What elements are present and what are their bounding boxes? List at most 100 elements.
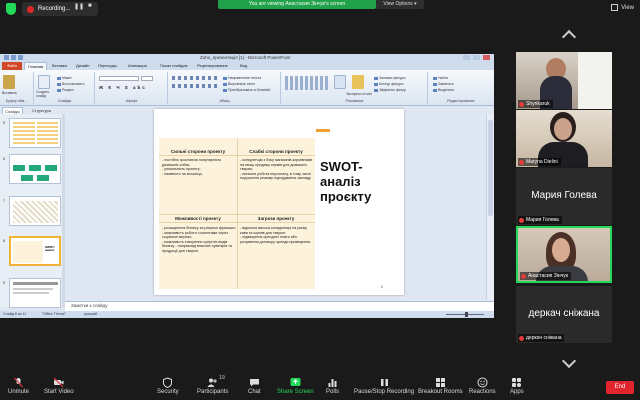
layout-button[interactable]: Макет	[57, 76, 72, 80]
select-button[interactable]: Выделить	[433, 88, 454, 92]
quick-access-toolbar	[4, 55, 23, 60]
smartart-button[interactable]: Преобразовать в SmartArt	[223, 88, 270, 92]
participant-name-large: деркач сніжана	[528, 308, 600, 319]
clipboard-group-label: Буфер обм...	[5, 99, 28, 103]
microphone-muted-icon	[13, 377, 24, 388]
stop-recording-icon[interactable]: ■	[88, 3, 92, 9]
close-icon[interactable]	[483, 55, 490, 60]
slide-thumbnail-selected[interactable]: SWOT-аналіз	[9, 236, 61, 266]
quick-styles-label: Экспресс-стили	[346, 92, 372, 96]
arrange-icon[interactable]	[334, 75, 346, 89]
tab-transitions[interactable]: Переходы	[98, 63, 117, 68]
slide-thumbnail[interactable]	[9, 154, 61, 184]
quick-styles-icon[interactable]	[352, 75, 364, 89]
shape-outline-button[interactable]: Контур фигуры	[374, 82, 403, 86]
chevron-up-icon[interactable]	[561, 29, 577, 45]
redo-icon[interactable]	[18, 55, 23, 60]
save-icon[interactable]	[4, 55, 9, 60]
participant-tile[interactable]: деркач сніжана деркач сніжана	[516, 286, 612, 343]
viewing-screen-banner: You are viewing Анастасия Зінчук's scree…	[218, 0, 376, 9]
align-text-button[interactable]: Выровнять текст	[223, 82, 255, 86]
slide-thumbnail[interactable]	[9, 278, 61, 308]
undo-icon[interactable]	[11, 55, 16, 60]
find-button[interactable]: Найти	[433, 76, 448, 80]
new-slide-icon[interactable]	[38, 75, 50, 89]
ribbon-tabs: Файл Главная Вставка Дизайн Переходы Ани…	[0, 62, 494, 70]
create-slide-label: Создать слайд	[36, 90, 50, 98]
pause-stop-recording-button[interactable]: Pause/Stop Recording	[354, 377, 414, 395]
share-screen-button[interactable]: Share Screen	[277, 377, 314, 395]
tab-slides[interactable]: Слайды	[2, 107, 23, 114]
notes-placeholder: Заметки к слайду	[71, 303, 108, 308]
unmute-button[interactable]: Unmute	[8, 377, 29, 395]
slide-thumbnail[interactable]	[9, 196, 61, 226]
tab-file[interactable]: Файл	[2, 62, 22, 70]
chevron-down-icon[interactable]	[561, 353, 577, 369]
thumb-number: 9	[3, 280, 6, 285]
chat-button[interactable]: Chat	[248, 377, 261, 395]
security-button[interactable]: Security	[157, 377, 179, 395]
reactions-label: Reactions	[469, 389, 496, 395]
opportunities-text: - розширення бізнесу за рахунок франшиз;…	[162, 226, 236, 253]
slide-vertical-scrollbar[interactable]	[486, 114, 494, 300]
shape-fill-button[interactable]: Заливка фигуры	[374, 76, 406, 80]
tab-animation[interactable]: Анимация	[128, 63, 147, 68]
tab-outline[interactable]: Структура	[30, 107, 53, 114]
current-slide[interactable]: Сильні сторони проекту Слабкі сторони пр…	[154, 109, 404, 295]
ppt-title-bar: Zoho_презентація [1] - Microsoft PowerPo…	[0, 54, 494, 62]
font-format-buttons[interactable]: Ж К Ч S abc	[99, 85, 147, 90]
view-options-label: View Options	[383, 1, 413, 7]
muted-mic-icon	[519, 159, 524, 165]
weaknesses-text: - конкуренція з боку магазинів-кормівник…	[240, 158, 313, 181]
thumb-number: 5	[3, 120, 6, 125]
slide-thumbnails: 5 6 7 8 SWOT-аналіз 9	[0, 114, 64, 308]
breakout-rooms-button[interactable]: Breakout Rooms	[418, 377, 463, 395]
participant-tile[interactable]: Мария Голева Мария Голева	[516, 168, 612, 225]
text-direction-button[interactable]: Направление текста	[223, 76, 261, 80]
participant-tile-active-speaker[interactable]: Анастасия Зінчук	[516, 226, 612, 283]
font-size-select[interactable]	[141, 76, 153, 81]
tab-home[interactable]: Главная	[24, 62, 48, 70]
participant-name: Shynkaruk	[518, 100, 553, 108]
reset-button[interactable]: Восстановить	[57, 82, 84, 86]
end-meeting-button[interactable]: End	[606, 381, 634, 394]
scroll-thumb[interactable]	[488, 120, 493, 216]
view-button[interactable]: View	[611, 4, 634, 11]
tab-review[interactable]: Рецензирование	[197, 63, 228, 68]
zoom-slider-knob[interactable]	[465, 312, 468, 317]
polls-button[interactable]: Polls	[326, 377, 339, 395]
paste-icon[interactable]	[3, 75, 15, 89]
participants-count: 19	[219, 375, 225, 381]
participant-tile[interactable]: Maryna Dielini	[516, 110, 612, 167]
pause-recording-icon[interactable]: ❚❚	[74, 3, 84, 10]
participant-tile[interactable]: Shynkaruk	[516, 52, 612, 109]
list-buttons[interactable]	[172, 76, 218, 80]
start-video-button[interactable]: Start Video	[44, 377, 74, 395]
tab-view[interactable]: Вид	[240, 63, 247, 68]
theme-name: "Office Theme"	[42, 312, 66, 316]
reactions-button[interactable]: Reactions	[469, 377, 496, 395]
apps-button[interactable]: Apps	[510, 377, 524, 395]
replace-button[interactable]: Заменить	[433, 82, 454, 86]
minimize-icon[interactable]	[463, 55, 470, 60]
thumb-number: 8	[3, 238, 6, 243]
ppt-status-bar: Слайд 8 из 11 "Office Theme" русский	[0, 311, 494, 318]
participants-button[interactable]: 19 Participants	[197, 375, 228, 395]
shapes-gallery[interactable]	[285, 76, 329, 90]
font-name-select[interactable]	[99, 76, 139, 81]
view-options-button[interactable]: View Options ▾	[376, 0, 424, 9]
section-button[interactable]: Раздел	[57, 88, 74, 92]
threats-heading: Загрози проекту	[257, 216, 295, 221]
font-group: Ж К Ч S abc Шрифт	[96, 72, 168, 104]
slide-panel-tabs: Слайды Структура	[0, 107, 64, 114]
accent-bar	[316, 129, 330, 132]
shield-icon[interactable]	[6, 3, 16, 15]
align-buttons[interactable]	[172, 84, 218, 88]
shape-effects-button[interactable]: Эффекты фигур	[374, 88, 406, 92]
tab-slideshow[interactable]: Показ слайдов	[160, 63, 188, 68]
tab-design[interactable]: Дизайн	[76, 63, 89, 68]
notes-pane[interactable]: Заметки к слайду	[65, 301, 494, 311]
slide-thumbnail[interactable]	[9, 118, 61, 148]
tab-insert[interactable]: Вставка	[52, 63, 67, 68]
maximize-icon[interactable]	[473, 55, 480, 60]
